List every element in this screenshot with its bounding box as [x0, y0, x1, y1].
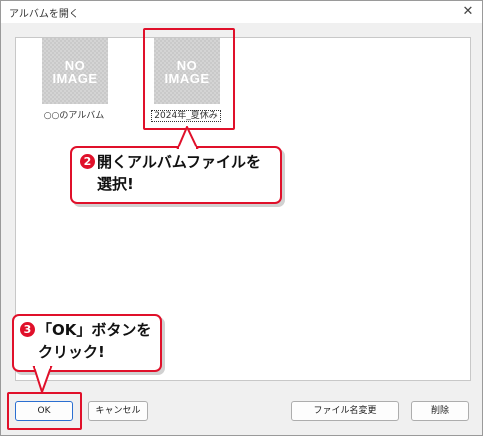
album-label-selected: 2024年_夏休み: [146, 108, 226, 122]
album-item-summer-2024[interactable]: NO IMAGE 2024年_夏休み: [146, 38, 226, 134]
thumbnail-text-image: IMAGE: [164, 71, 210, 86]
no-image-thumbnail: NO IMAGE: [154, 38, 220, 104]
step3-line1: 「OK」ボタンを: [37, 321, 152, 339]
step2-line2: 選択!: [97, 175, 134, 193]
thumbnail-text-image: IMAGE: [52, 71, 98, 86]
step3-line2: クリック!: [38, 343, 105, 361]
step2-number-badge: 2: [80, 154, 95, 169]
callout-step2-pointer: [176, 126, 199, 150]
callout-step3-pointer: [32, 366, 53, 394]
album-item-maruamaru[interactable]: NO IMAGE ○○のアルバム: [34, 38, 114, 134]
rename-file-button[interactable]: ファイル名変更: [291, 401, 399, 421]
callout-step2: 2 開くアルバムファイルを 選択!: [70, 146, 282, 204]
delete-button[interactable]: 削除: [411, 401, 469, 421]
step2-line1: 開くアルバムファイルを: [97, 153, 261, 171]
step3-number-badge: 3: [20, 322, 35, 337]
callout-step3: 3 「OK」ボタンを クリック!: [12, 314, 162, 372]
title-bar: アルバムを開く ✕: [1, 1, 482, 23]
close-icon[interactable]: ✕: [460, 4, 476, 20]
ok-button[interactable]: OK: [15, 401, 73, 421]
album-label: ○○のアルバム: [43, 111, 105, 121]
dialog-title: アルバムを開く: [9, 9, 79, 20]
cancel-button[interactable]: キャンセル: [88, 401, 148, 421]
album-label-text: 2024年_夏休み: [151, 110, 221, 122]
no-image-thumbnail: NO IMAGE: [42, 38, 108, 104]
